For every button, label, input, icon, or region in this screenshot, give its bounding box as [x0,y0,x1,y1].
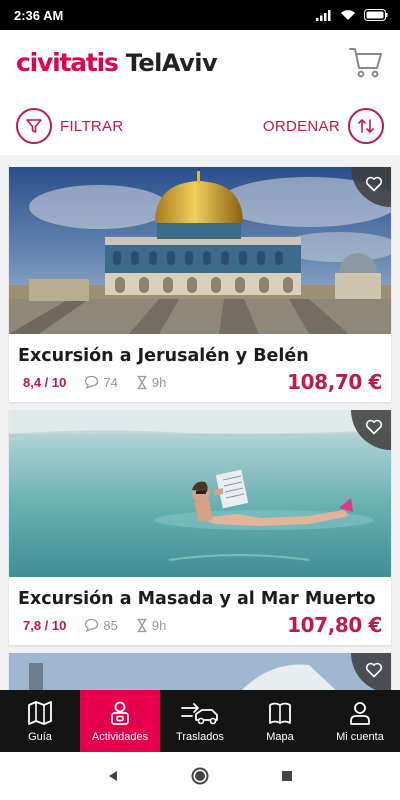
comments-value: 85 [103,617,118,633]
status-icons [316,9,388,21]
heart-icon [365,419,383,435]
activity-image-partial [9,653,391,693]
status-time: 2:36 AM [14,7,64,23]
system-nav-bar [0,752,400,800]
activity-price: 108,70 € [287,370,382,394]
bottom-nav: Guía Actividades Traslados Mapa Mi cuent… [0,690,400,752]
activity-title[interactable]: Excursión a Masada y al Mar Muerto [9,577,391,611]
activity-meta: 8,4 / 10 74 9h 108,70 € [9,368,391,402]
activity-card[interactable]: Excursión a Masada y al Mar Muerto 7,8 /… [9,410,391,645]
back-icon[interactable] [106,769,120,783]
nav-item-mi-cuenta[interactable]: Mi cuenta [320,690,400,752]
duration-value: 9h [151,617,167,633]
activity-title[interactable]: Excursión a Jerusalén y Belén [9,334,391,368]
map-book-icon [28,700,52,725]
filter-bar: FILTRAR ORDENAR [0,106,400,146]
nav-label: Actividades [91,730,149,743]
filter-button[interactable]: FILTRAR [16,108,124,144]
activity-rating: 7,8 / 10 [23,617,67,633]
civitatis-logo[interactable]: civitatis [16,48,119,77]
sort-button[interactable]: ORDENAR [263,108,384,144]
filter-label: FILTRAR [60,117,124,135]
filter-icon [16,108,52,144]
activity-image-dead-sea-floating [9,410,391,577]
comment-icon [85,618,99,632]
activity-rating: 8,4 / 10 [23,374,67,390]
nav-item-mapa[interactable]: Mapa [240,690,320,752]
cart-icon[interactable] [348,44,384,80]
nav-item-actividades[interactable]: Actividades [80,690,160,752]
nav-label: Guía [28,730,52,743]
nav-item-guia[interactable]: Guía [0,690,80,752]
activity-card[interactable] [9,653,391,693]
map-icon [269,702,291,724]
app-header: civitatis TelAviv FILTRAR ORDENAR [0,30,400,155]
recents-icon[interactable] [280,769,294,783]
activity-image-dome-of-the-rock [9,167,391,334]
comment-icon [85,375,99,389]
status-bar: 2:36 AM [0,0,400,30]
city-title: TelAviv [125,49,218,77]
nav-label: Mi cuenta [336,730,384,743]
nav-item-traslados[interactable]: Traslados [160,690,240,752]
nav-label: Mapa [266,730,294,743]
battery-icon [364,9,388,21]
duration-value: 9h [151,374,167,390]
duration: 9h [136,375,166,390]
sort-icon [348,108,384,144]
heart-icon [365,176,383,192]
comments-count: 74 [84,374,118,390]
activity-price: 107,80 € [287,613,382,637]
hourglass-icon [137,618,147,632]
heart-icon [365,662,383,678]
activity-list: Excursión a Jerusalén y Belén 8,4 / 10 7… [9,167,391,701]
signal-icon [316,10,331,21]
sort-label: ORDENAR [262,117,340,135]
comments-count: 85 [84,617,118,633]
nav-label: Traslados [176,730,224,743]
home-icon[interactable] [190,766,210,786]
brand: civitatis TelAviv [16,48,218,77]
comments-value: 74 [103,374,118,390]
hourglass-icon [137,375,147,389]
user-icon [350,701,370,725]
activity-meta: 7,8 / 10 85 9h 107,80 € [9,611,391,645]
activity-card[interactable]: Excursión a Jerusalén y Belén 8,4 / 10 7… [9,167,391,402]
wifi-icon [341,10,355,20]
activities-icon [111,701,129,725]
transfer-car-icon [181,702,218,724]
duration: 9h [136,618,166,633]
